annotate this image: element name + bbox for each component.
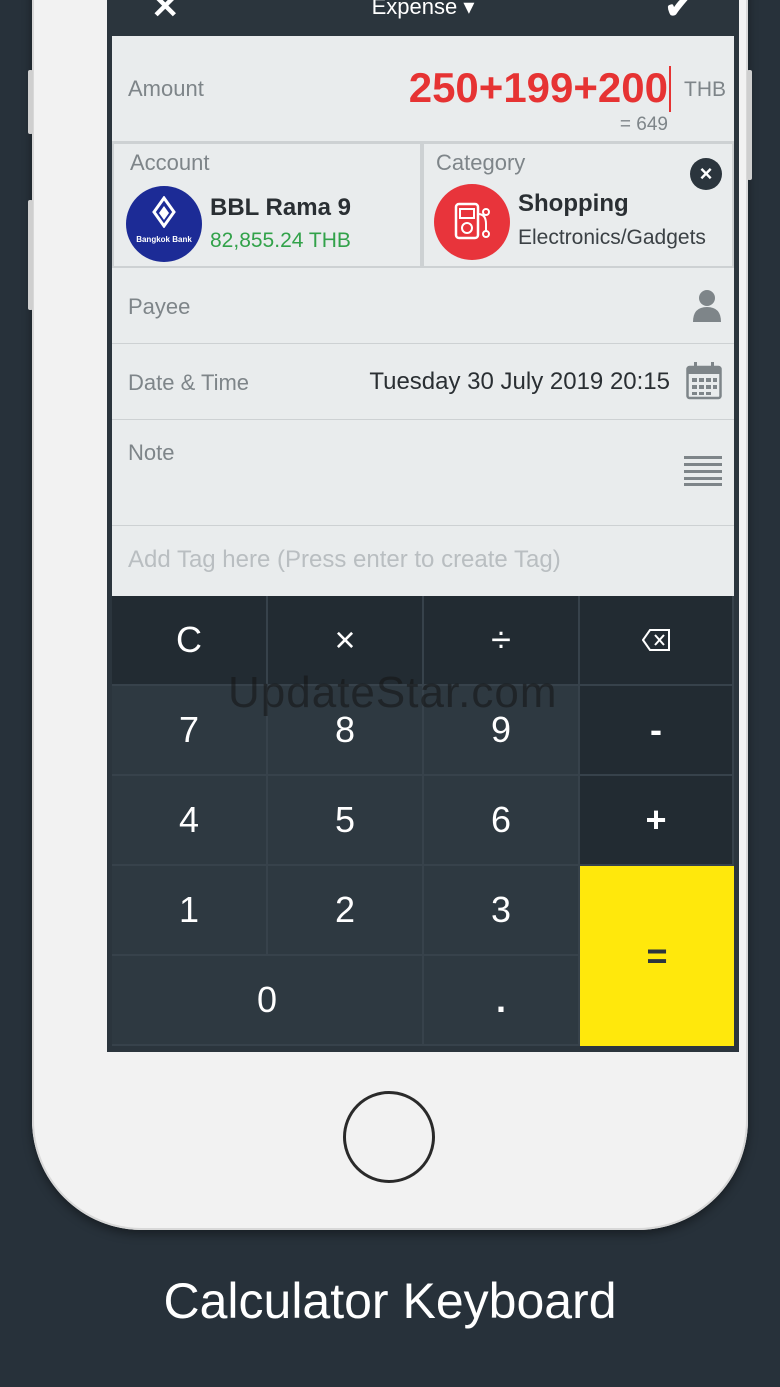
key-2[interactable]: 2 [268, 866, 424, 956]
equals-key[interactable]: = [580, 866, 734, 1046]
app-screen: ✕ Expense ▾ ✔ Amount 250+199+200 THB = 6… [107, 0, 739, 1052]
account-selector[interactable]: Account Bangkok Bank BBL Rama 9 82,855.2… [112, 142, 422, 268]
calendar-icon[interactable] [686, 362, 722, 400]
key-5[interactable]: 5 [268, 776, 424, 866]
plus-key[interactable]: + [580, 776, 734, 866]
lotus-icon [152, 196, 176, 228]
phone-frame: ✕ Expense ▾ ✔ Amount 250+199+200 THB = 6… [28, 0, 752, 1230]
category-icon-badge [434, 184, 510, 260]
top-bar: ✕ Expense ▾ ✔ [107, 0, 739, 36]
calculator-keypad: C × ÷ 7 8 9 - 4 5 6 + 1 2 3 = 0 . [112, 596, 734, 1046]
category-label: Category [436, 150, 526, 175]
clear-category-icon[interactable]: × [690, 158, 722, 190]
category-name: Shopping [518, 190, 629, 217]
amount-label: Amount [128, 76, 204, 101]
mute-switch [28, 70, 33, 134]
backspace-key[interactable] [580, 596, 734, 686]
key-4[interactable]: 4 [112, 776, 268, 866]
transaction-form: Amount 250+199+200 THB = 649 Account Ban… [112, 36, 734, 596]
key-8[interactable]: 8 [268, 686, 424, 776]
checkmark-icon[interactable]: ✔ [665, 0, 694, 24]
key-1[interactable]: 1 [112, 866, 268, 956]
amount-row[interactable]: Amount 250+199+200 THB = 649 [112, 36, 734, 142]
amount-expression[interactable]: 250+199+200 [409, 64, 668, 112]
datetime-row[interactable]: Date & Time Tuesday 30 July 2019 20:15 [112, 344, 734, 420]
transaction-type-dropdown[interactable]: Expense ▾ [107, 0, 739, 20]
power-button [747, 70, 752, 180]
key-0[interactable]: 0 [112, 956, 424, 1046]
key-3[interactable]: 3 [424, 866, 580, 956]
divide-key[interactable]: ÷ [424, 596, 580, 686]
subcategory-name: Electronics/Gadgets [518, 226, 706, 249]
tag-row [112, 526, 734, 596]
category-selector[interactable]: Category × Shopping Electronics/Gadgets [422, 142, 734, 268]
currency-label: THB [684, 78, 726, 101]
key-9[interactable]: 9 [424, 686, 580, 776]
decimal-key[interactable]: . [424, 956, 580, 1046]
home-button[interactable] [343, 1091, 435, 1183]
tag-input[interactable] [128, 546, 718, 574]
note-row[interactable]: Note [112, 420, 734, 526]
caption: Calculator Keyboard [163, 1273, 617, 1329]
volume-button [28, 200, 33, 310]
payee-row[interactable]: Payee [112, 268, 734, 344]
amount-result: = 649 [619, 114, 668, 135]
datetime-value[interactable]: Tuesday 30 July 2019 20:15 [369, 368, 670, 396]
text-lines-icon [684, 456, 722, 486]
key-7[interactable]: 7 [112, 686, 268, 776]
account-name: BBL Rama 9 [210, 194, 351, 221]
person-icon[interactable] [692, 288, 722, 322]
bank-logo: Bangkok Bank [126, 186, 202, 262]
minus-key[interactable]: - [580, 686, 734, 776]
account-label: Account [130, 150, 210, 175]
account-balance: 82,855.24 THB [210, 229, 351, 252]
backspace-icon [642, 629, 670, 651]
multiply-key[interactable]: × [268, 596, 424, 686]
clear-key[interactable]: C [112, 596, 268, 686]
bank-logo-text: Bangkok Bank [136, 235, 192, 244]
datetime-label: Date & Time [128, 370, 250, 395]
text-caret [669, 66, 671, 112]
payee-label: Payee [128, 294, 191, 319]
gadget-icon [454, 202, 490, 240]
note-label: Note [128, 440, 175, 465]
key-6[interactable]: 6 [424, 776, 580, 866]
